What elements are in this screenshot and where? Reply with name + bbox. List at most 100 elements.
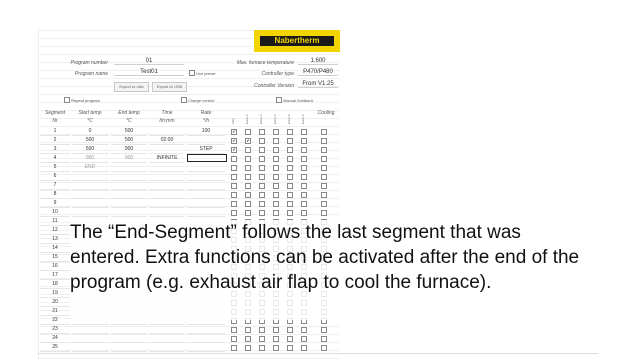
- extra-checkbox[interactable]: [259, 336, 265, 342]
- cooling-checkbox[interactable]: [321, 147, 327, 153]
- cooling-checkbox[interactable]: [321, 210, 327, 216]
- start-temp-cell[interactable]: 0: [72, 127, 108, 136]
- repeat-program-checkbox[interactable]: [64, 97, 70, 103]
- cooling-checkbox[interactable]: [321, 174, 327, 180]
- extra-checkbox[interactable]: [259, 165, 265, 171]
- cooling-checkbox[interactable]: [321, 129, 327, 135]
- extra-checkbox[interactable]: [273, 201, 279, 207]
- start-temp-cell[interactable]: [72, 208, 108, 217]
- extra-checkbox[interactable]: [231, 327, 237, 333]
- extra-checkbox[interactable]: [245, 165, 251, 171]
- end-temp-cell[interactable]: [111, 325, 147, 334]
- export-disk-button[interactable]: Export to disk: [114, 82, 149, 92]
- extra-checkbox[interactable]: [231, 192, 237, 198]
- extra-checkbox[interactable]: [287, 192, 293, 198]
- rate-cell[interactable]: [187, 325, 225, 334]
- end-temp-cell[interactable]: [111, 199, 147, 208]
- extra-checkbox[interactable]: [301, 336, 307, 342]
- extra-checkbox[interactable]: [301, 192, 307, 198]
- cooling-checkbox[interactable]: [321, 345, 327, 351]
- end-temp-cell[interactable]: [111, 181, 147, 190]
- extra-checkbox[interactable]: [301, 174, 307, 180]
- extra-checkbox[interactable]: [301, 183, 307, 189]
- rate-cell[interactable]: [187, 334, 225, 343]
- extra-checkbox[interactable]: ✔: [245, 138, 251, 144]
- extra-checkbox[interactable]: [301, 345, 307, 351]
- start-temp-cell[interactable]: [72, 343, 108, 352]
- extra-checkbox[interactable]: [301, 156, 307, 162]
- controller-type-field[interactable]: P470/P480: [298, 69, 338, 76]
- end-temp-cell[interactable]: [111, 163, 147, 172]
- extra-checkbox[interactable]: [259, 210, 265, 216]
- extra-checkbox[interactable]: [287, 129, 293, 135]
- extra-checkbox[interactable]: [231, 174, 237, 180]
- extra-checkbox[interactable]: [273, 138, 279, 144]
- extra-checkbox[interactable]: [245, 156, 251, 162]
- extra-checkbox[interactable]: [245, 192, 251, 198]
- start-temp-cell[interactable]: [72, 190, 108, 199]
- time-cell[interactable]: [150, 343, 184, 352]
- cooling-checkbox[interactable]: [321, 165, 327, 171]
- rate-cell[interactable]: [187, 181, 225, 190]
- cooling-checkbox[interactable]: [321, 138, 327, 144]
- extra-checkbox[interactable]: [301, 138, 307, 144]
- time-cell[interactable]: [150, 181, 184, 190]
- extra-checkbox[interactable]: [245, 147, 251, 153]
- extra-checkbox[interactable]: [245, 183, 251, 189]
- extra-checkbox[interactable]: [231, 201, 237, 207]
- end-temp-cell[interactable]: 500: [111, 136, 147, 145]
- rate-cell[interactable]: [187, 343, 225, 352]
- time-cell[interactable]: [150, 325, 184, 334]
- extra-checkbox[interactable]: [301, 165, 307, 171]
- extra-checkbox[interactable]: [259, 345, 265, 351]
- charge-control-checkbox[interactable]: [181, 97, 187, 103]
- time-cell[interactable]: [150, 334, 184, 343]
- extra-checkbox[interactable]: [287, 345, 293, 351]
- cooling-checkbox[interactable]: [321, 192, 327, 198]
- time-cell[interactable]: [150, 190, 184, 199]
- extra-checkbox[interactable]: [259, 201, 265, 207]
- end-temp-cell[interactable]: [111, 343, 147, 352]
- end-temp-cell[interactable]: 500: [111, 127, 147, 136]
- extra-checkbox[interactable]: [287, 156, 293, 162]
- end-temp-cell[interactable]: [111, 334, 147, 343]
- extra-checkbox[interactable]: [287, 327, 293, 333]
- extra-checkbox[interactable]: [245, 210, 251, 216]
- time-cell[interactable]: [150, 172, 184, 181]
- end-temp-cell[interactable]: [111, 208, 147, 217]
- extra-checkbox[interactable]: [273, 165, 279, 171]
- extra-checkbox[interactable]: [273, 345, 279, 351]
- extra-checkbox[interactable]: [245, 129, 251, 135]
- cooling-checkbox[interactable]: [321, 327, 327, 333]
- rate-cell[interactable]: [187, 190, 225, 199]
- extra-checkbox[interactable]: [273, 147, 279, 153]
- extra-checkbox[interactable]: [273, 174, 279, 180]
- program-number-field[interactable]: 01: [114, 58, 184, 65]
- extra-checkbox[interactable]: [273, 327, 279, 333]
- extra-checkbox[interactable]: [287, 138, 293, 144]
- extra-checkbox[interactable]: ✔: [231, 147, 237, 153]
- extra-checkbox[interactable]: [245, 336, 251, 342]
- manual-holdback-checkbox[interactable]: [276, 97, 282, 103]
- extra-checkbox[interactable]: [301, 129, 307, 135]
- time-cell[interactable]: [150, 163, 184, 172]
- extra-checkbox[interactable]: [287, 165, 293, 171]
- start-temp-cell[interactable]: END: [72, 163, 108, 172]
- start-temp-cell[interactable]: [72, 325, 108, 334]
- extra-checkbox[interactable]: [273, 129, 279, 135]
- time-cell[interactable]: 02:00: [150, 136, 184, 145]
- extra-checkbox[interactable]: [301, 210, 307, 216]
- extra-checkbox[interactable]: [273, 336, 279, 342]
- extra-checkbox[interactable]: [287, 201, 293, 207]
- extra-checkbox[interactable]: [259, 156, 265, 162]
- time-cell[interactable]: [150, 208, 184, 217]
- extra-checkbox[interactable]: [245, 345, 251, 351]
- start-temp-cell[interactable]: [72, 199, 108, 208]
- extra-checkbox[interactable]: [231, 165, 237, 171]
- extra-checkbox[interactable]: [231, 210, 237, 216]
- cooling-checkbox[interactable]: [321, 183, 327, 189]
- start-temp-cell[interactable]: 500: [72, 136, 108, 145]
- cooling-checkbox[interactable]: [321, 201, 327, 207]
- end-temp-cell[interactable]: 900: [111, 154, 147, 163]
- rate-cell[interactable]: 100: [187, 127, 225, 136]
